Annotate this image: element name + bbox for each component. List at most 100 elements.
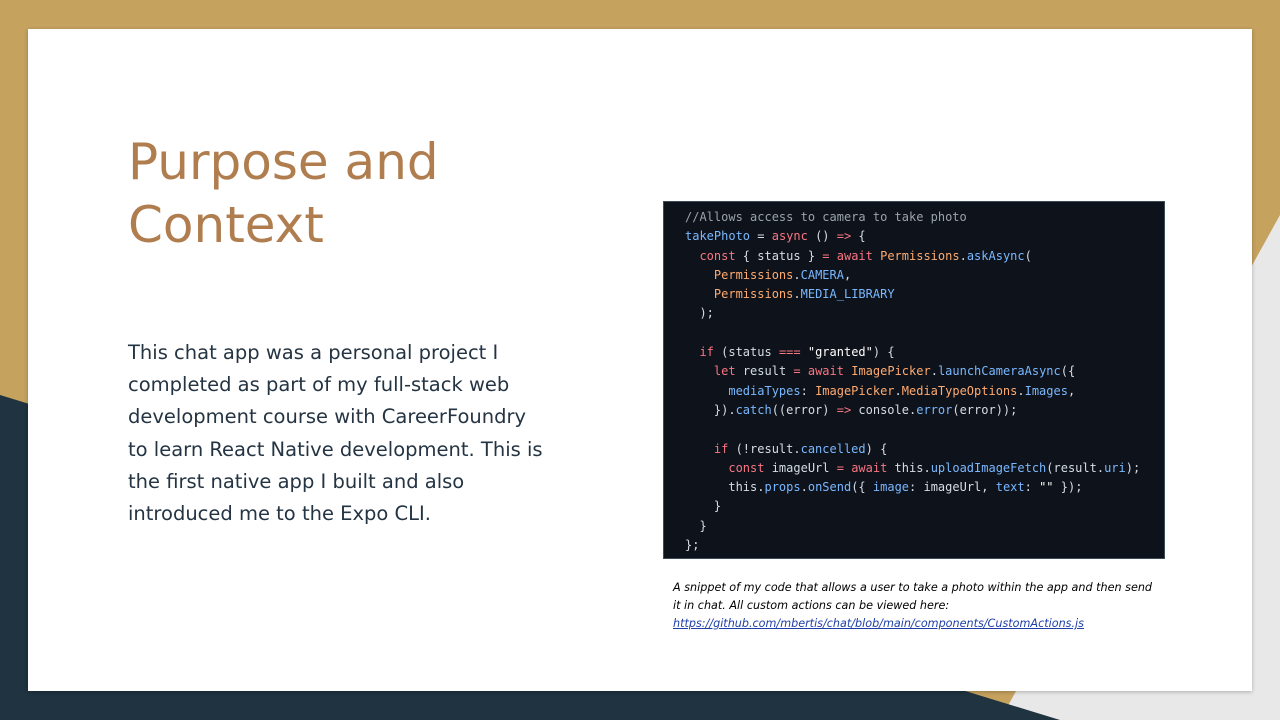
code-token: this. <box>887 460 931 475</box>
code-token: = <box>822 248 830 263</box>
slide: Purpose and Context This chat app was a … <box>28 29 1252 691</box>
code-token: this. <box>685 480 765 495</box>
code-line: //Allows access to camera to take photo <box>685 208 1164 227</box>
code-token: CAMERA <box>800 267 844 282</box>
code-token: . <box>959 248 967 263</box>
code-token: imageUrl <box>764 460 837 475</box>
code-token: : imageUrl, <box>909 480 996 495</box>
code-token: = <box>750 229 772 244</box>
code-token: takePhoto <box>685 229 751 244</box>
code-token: Permissions <box>713 267 794 282</box>
code-token: console. <box>851 402 917 417</box>
code-line: if (!result.cancelled) { <box>685 440 1164 459</box>
code-token: async <box>771 229 808 244</box>
caption-text: A snippet of my code that allows a user … <box>673 581 1153 612</box>
code-line: this.props.onSend({ image: imageUrl, tex… <box>685 478 1164 497</box>
code-token: let <box>713 364 736 379</box>
code-token: askAsync <box>966 248 1025 263</box>
code-token: MediaTypeOptions <box>901 383 1018 398</box>
code-line: Permissions.MEDIA_LIBRARY <box>685 285 1164 304</box>
code-token: Images <box>1024 383 1068 398</box>
code-token: = <box>793 364 801 379</box>
code-token: (error)); <box>952 402 1018 417</box>
code-token: . <box>894 383 902 398</box>
code-token: { status } <box>735 248 823 263</box>
slide-title: Purpose and Context <box>128 131 439 257</box>
code-line: } <box>685 497 1164 516</box>
code-token: ) { <box>872 345 895 360</box>
code-token: (status <box>713 345 779 360</box>
code-token: ); <box>685 306 714 321</box>
code-line: ); <box>685 304 1164 323</box>
code-line: const { status } = await Permissions.ask… <box>685 247 1164 266</box>
code-token: if <box>713 441 729 456</box>
code-token: : <box>1024 480 1040 495</box>
code-token: ( <box>1024 248 1032 263</box>
code-token: MEDIA_LIBRARY <box>800 287 895 302</box>
code-token: ImagePicker <box>851 364 931 379</box>
code-token: props <box>764 480 801 495</box>
code-token: onSend <box>807 480 852 495</box>
code-token: . <box>1017 383 1025 398</box>
code-token: "" <box>1039 480 1054 495</box>
code-line: }; <box>685 536 1164 555</box>
code-token: const <box>699 248 736 263</box>
code-token: await <box>807 364 844 379</box>
code-token: }); <box>1053 480 1083 495</box>
code-caption: A snippet of my code that allows a user … <box>673 579 1153 633</box>
code-token: { <box>851 229 866 244</box>
code-token: . <box>930 364 938 379</box>
code-token: ) { <box>865 441 888 456</box>
code-token: result <box>735 364 794 379</box>
code-token: . <box>800 480 808 495</box>
code-token: => <box>836 229 852 244</box>
code-token: catch <box>735 402 772 417</box>
code-token: launchCameraAsync <box>937 364 1061 379</box>
code-token: const <box>728 460 765 475</box>
code-token: if <box>699 345 714 360</box>
code-line: const imageUrl = await this.uploadImageF… <box>685 459 1164 478</box>
code-token: , <box>843 267 852 282</box>
code-token: ((error) <box>771 402 837 417</box>
caption-link[interactable]: https://github.com/mbertis/chat/blob/mai… <box>673 617 1084 630</box>
code-token: . <box>793 287 801 302</box>
code-token: await <box>851 460 888 475</box>
code-token: error <box>916 402 953 417</box>
code-token: uri <box>1104 460 1126 475</box>
code-line: } <box>685 517 1164 536</box>
code-line: mediaTypes: ImagePicker.MediaTypeOptions… <box>685 382 1164 401</box>
code-token: === <box>778 345 801 360</box>
code-line: Permissions.CAMERA, <box>685 266 1164 285</box>
code-token: ); <box>1125 460 1141 475</box>
code-token: image <box>872 480 910 495</box>
code-token: ({ <box>1060 364 1076 379</box>
code-line: takePhoto = async () => { <box>685 227 1164 246</box>
code-token: }; <box>685 538 700 553</box>
code-token: text <box>995 480 1025 495</box>
code-token: //Allows access to camera to take photo <box>685 210 967 224</box>
code-token: } <box>685 499 722 514</box>
code-line: if (status === "granted") { <box>685 343 1164 362</box>
code-token: await <box>836 248 873 263</box>
code-token: mediaTypes <box>728 383 801 398</box>
body-text: This chat app was a personal project I c… <box>128 341 543 526</box>
code-token: uploadImageFetch <box>930 460 1047 475</box>
code-token: ImagePicker <box>815 383 895 398</box>
code-token: Permissions <box>713 287 794 302</box>
code-token: : <box>800 383 816 398</box>
code-snippet: //Allows access to camera to take photo t… <box>663 201 1165 559</box>
code-token: , <box>1067 383 1076 398</box>
code-token: Permissions <box>880 248 960 263</box>
